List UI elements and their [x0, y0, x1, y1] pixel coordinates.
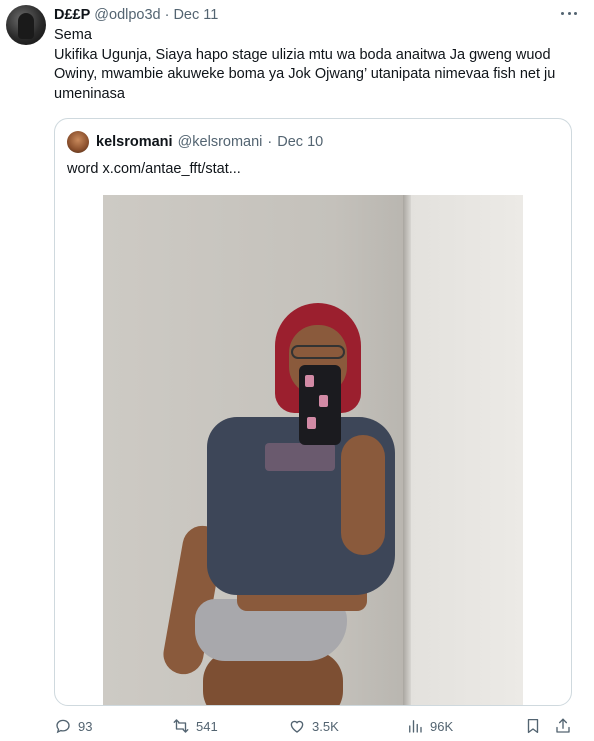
quoted-link[interactable]: x.com/antae_fft/stat... — [102, 161, 240, 177]
more-options-button[interactable] — [558, 6, 580, 20]
repost-count: 541 — [196, 718, 218, 734]
more-horizontal-icon — [561, 11, 564, 15]
quoted-tweet-header: kelsromani @kelsromani · Dec 10 — [67, 131, 323, 153]
repost-icon — [173, 719, 189, 733]
like-count: 3.5K — [312, 718, 339, 734]
share-button[interactable] — [554, 716, 572, 736]
like-button[interactable]: 3.5K — [288, 716, 339, 736]
tweet-text: Sema Ukifika Ugunja, Siaya hapo stage ul… — [54, 26, 582, 104]
quoted-media-image[interactable] — [103, 195, 523, 705]
tweet-text-line: Sema — [54, 27, 92, 43]
bookmark-button[interactable] — [524, 716, 542, 736]
quoted-tweet[interactable]: kelsromani @kelsromani · Dec 10 word x.c… — [54, 118, 572, 706]
reply-count: 93 — [78, 718, 93, 734]
header-separator: · — [164, 7, 170, 23]
reply-button[interactable]: 93 — [54, 716, 92, 736]
author-handle[interactable]: @odlpo3d — [94, 7, 160, 23]
quoted-author-handle[interactable]: @kelsromani — [178, 134, 263, 150]
quoted-text-prefix: word — [67, 161, 99, 177]
quoted-header-separator: · — [267, 134, 273, 150]
views-button[interactable]: 96K — [406, 716, 453, 736]
quoted-author-avatar[interactable] — [67, 131, 89, 153]
heart-icon — [290, 720, 304, 733]
share-icon — [556, 718, 570, 733]
views-chart-icon — [409, 720, 422, 733]
quoted-author-display-name[interactable]: kelsromani — [96, 134, 173, 150]
repost-button[interactable]: 541 — [172, 716, 218, 736]
quoted-tweet-date[interactable]: Dec 10 — [277, 134, 323, 150]
quoted-tweet-text: word x.com/antae_fft/stat... — [67, 161, 241, 177]
tweet-header: D££P @odlpo3d · Dec 11 — [54, 6, 218, 24]
tweet[interactable]: D££P @odlpo3d · Dec 11 Sema Ukifika Ugun… — [0, 0, 594, 741]
bookmark-icon — [527, 718, 539, 734]
author-avatar[interactable] — [6, 5, 46, 45]
author-display-name[interactable]: D££P — [54, 7, 90, 23]
reply-icon — [56, 719, 70, 734]
tweet-text-line: Ukifika Ugunja, Siaya hapo stage ulizia … — [54, 46, 556, 102]
views-count: 96K — [430, 718, 454, 734]
tweet-date[interactable]: Dec 11 — [173, 7, 218, 23]
tweet-actions: 93 541 3.5K 96K — [0, 712, 594, 740]
